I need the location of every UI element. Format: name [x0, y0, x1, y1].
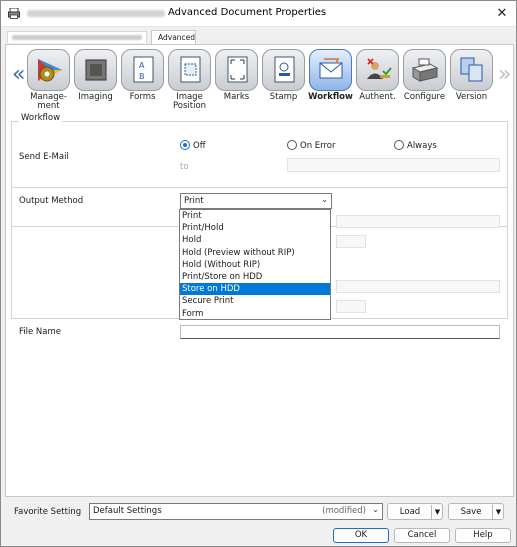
- advanced-document-properties-window: Advanced Document Properties ✕ Advanced …: [0, 0, 517, 547]
- save-button[interactable]: Save ▼: [448, 503, 504, 520]
- form-icon: AB: [133, 56, 154, 83]
- favorite-setting-label: Favorite Setting: [14, 507, 82, 517]
- output-method-value: Print: [184, 196, 204, 206]
- option-print[interactable]: Print: [180, 210, 330, 222]
- email-to-field: [287, 158, 500, 172]
- printer-config-icon: [411, 58, 439, 82]
- favorite-setting-value: Default Settings: [93, 506, 162, 516]
- help-button[interactable]: Help: [455, 528, 511, 543]
- send-email-label: Send E-Mail: [19, 152, 69, 162]
- disabled-field: [336, 300, 366, 313]
- output-method-dropdown-list[interactable]: Print Print/Hold Hold Hold (Preview with…: [179, 209, 331, 320]
- scroll-left-icon[interactable]: «: [12, 62, 25, 87]
- cancel-button[interactable]: Cancel: [394, 528, 450, 543]
- category-workflow[interactable]: Workflow: [307, 49, 354, 109]
- radio-off-label: Off: [193, 141, 206, 151]
- option-form[interactable]: Form: [180, 308, 330, 320]
- load-label: Load: [399, 507, 421, 517]
- tab-row: Advanced: [5, 30, 513, 44]
- scroll-right-icon[interactable]: »: [498, 62, 511, 87]
- category-configure[interactable]: Configure: [401, 49, 448, 109]
- category-marks[interactable]: Marks: [213, 49, 260, 109]
- chevron-down-icon: ⌄: [321, 195, 328, 204]
- save-menu-arrow-icon[interactable]: ▼: [492, 505, 504, 519]
- category-stamp[interactable]: Stamp: [260, 49, 307, 109]
- output-method-select[interactable]: Print ⌄: [180, 193, 332, 209]
- option-hold-preview[interactable]: Hold (Preview without RIP): [180, 247, 330, 259]
- option-print-store-hdd[interactable]: Print/Store on HDD: [180, 271, 330, 283]
- option-store-hdd[interactable]: Store on HDD: [180, 283, 330, 296]
- chevron-down-icon: ⌄: [372, 505, 379, 514]
- option-secure-print[interactable]: Secure Print: [180, 295, 330, 307]
- to-label: to: [180, 162, 189, 172]
- radio-on-error[interactable]: On Error: [287, 140, 336, 151]
- file-name-input[interactable]: [180, 325, 500, 339]
- category-image-position[interactable]: Image Position: [166, 49, 213, 111]
- category-management[interactable]: Manage-ment: [25, 49, 72, 111]
- marks-icon: [227, 56, 248, 83]
- radio-dot: [180, 140, 190, 150]
- radio-on-error-label: On Error: [300, 141, 336, 151]
- disabled-field: [336, 280, 500, 293]
- section-title-workflow: Workflow: [19, 113, 63, 123]
- radio-always[interactable]: Always: [394, 140, 437, 151]
- output-method-label: Output Method: [19, 196, 84, 206]
- option-hold[interactable]: Hold: [180, 234, 330, 246]
- image-position-icon: [180, 56, 201, 83]
- radio-always-label: Always: [407, 141, 437, 151]
- tab-advanced[interactable]: Advanced: [151, 30, 196, 44]
- save-label: Save: [460, 507, 482, 517]
- tab-printer-blurred[interactable]: [7, 31, 147, 43]
- radio-dot: [287, 140, 297, 150]
- radio-off[interactable]: Off: [180, 140, 206, 151]
- load-menu-arrow-icon[interactable]: ▼: [431, 505, 443, 519]
- category-label: Version: [455, 92, 488, 102]
- ok-button[interactable]: OK: [333, 528, 389, 543]
- svg-text:A: A: [139, 61, 145, 70]
- category-forms[interactable]: AB Forms: [119, 49, 166, 109]
- printer-icon: [8, 8, 20, 19]
- window-title: Advanced Document Properties: [168, 7, 327, 18]
- option-print-hold[interactable]: Print/Hold: [180, 222, 330, 234]
- favorite-setting-select[interactable]: Default Settings (modified) ⌄: [89, 503, 383, 520]
- radio-dot: [394, 140, 404, 150]
- load-button[interactable]: Load ▼: [387, 503, 443, 520]
- favorite-modified: (modified): [322, 506, 366, 516]
- gear-palette-icon: [38, 59, 62, 82]
- printer-name-blurred: [27, 10, 165, 17]
- category-authent[interactable]: Authent.: [354, 49, 401, 109]
- disabled-field: [336, 235, 366, 248]
- users-key-icon: [367, 58, 392, 79]
- title-bar: Advanced Document Properties ✕: [1, 1, 516, 27]
- version-icon: [460, 57, 483, 82]
- category-version[interactable]: Version: [448, 49, 495, 109]
- mail-envelope-icon: [319, 58, 343, 79]
- option-hold-without-rip[interactable]: Hold (Without RIP): [180, 259, 330, 271]
- category-imaging[interactable]: Imaging: [72, 49, 119, 109]
- close-icon[interactable]: ✕: [492, 4, 512, 24]
- grey-box-icon: [85, 59, 107, 81]
- file-name-label: File Name: [19, 327, 62, 337]
- svg-text:B: B: [139, 72, 145, 81]
- stamp-icon: [274, 56, 295, 83]
- disabled-field: [336, 215, 500, 228]
- category-ribbon: « Manage-ment Imaging AB Forms Image Pos…: [6, 45, 513, 111]
